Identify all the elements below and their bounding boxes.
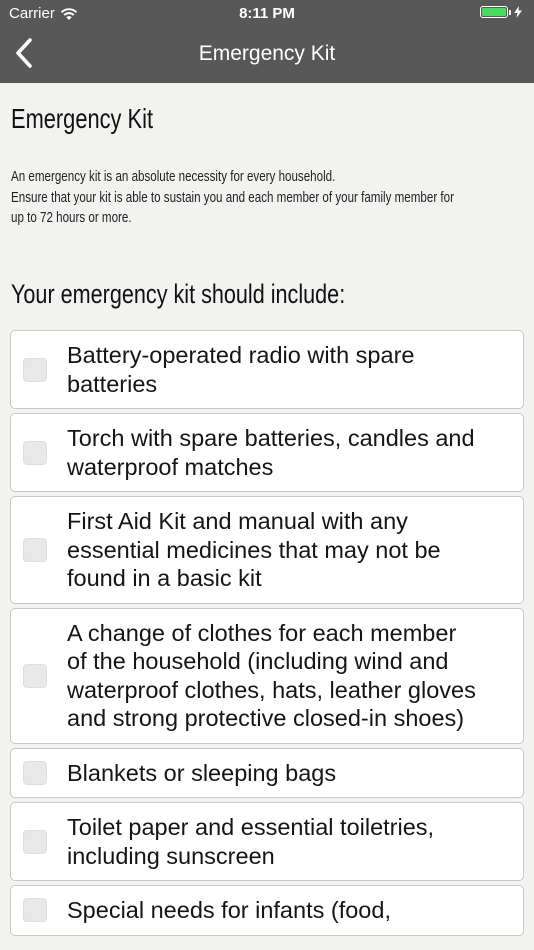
- charging-bolt-icon: [514, 6, 522, 18]
- checklist-item-label: Toilet paper and essential toiletries, in…: [67, 813, 434, 870]
- checklist-item-line: waterproof matches: [67, 453, 274, 480]
- checklist-item-line: First Aid Kit and manual with any: [67, 508, 408, 534]
- checkbox[interactable]: [23, 663, 47, 688]
- checklist-item-line: and strong protective closed-in shoes): [67, 705, 465, 731]
- checklist-item-line: of the household (including wind and: [67, 648, 449, 674]
- checklist-item-line: Battery-operated radio with spare: [67, 342, 415, 368]
- checklist-item[interactable]: Special needs for infants (food,: [10, 885, 524, 936]
- checklist-item[interactable]: Blankets or sleeping bags: [10, 747, 524, 798]
- intro-text: An emergency kit is an absolute necessit…: [11, 167, 531, 229]
- checklist-item-label: First Aid Kit and manual with any essenti…: [67, 507, 441, 593]
- checklist-item-line: Special needs for infants (food,: [67, 897, 391, 923]
- checklist-item-line: batteries: [67, 370, 158, 397]
- checklist-item[interactable]: Battery-operated radio with spare batteri…: [10, 330, 524, 409]
- checklist-item[interactable]: First Aid Kit and manual with any essenti…: [10, 496, 524, 604]
- status-time: 8:11 PM: [239, 5, 295, 22]
- checklist-item-label: A change of clothes for each member of th…: [67, 619, 476, 733]
- checklist-item-label: Blankets or sleeping bags: [67, 759, 336, 788]
- checklist-item-label: Battery-operated radio with spare batteri…: [67, 341, 414, 398]
- checklist-item-label: Special needs for infants (food,: [67, 896, 391, 925]
- battery-icon: [480, 6, 522, 18]
- checkbox[interactable]: [23, 440, 47, 465]
- checklist-item-line: including sunscreen: [67, 842, 275, 869]
- checkbox[interactable]: [23, 898, 47, 923]
- checklist-item-line: waterproof clothes, hats, leather gloves: [67, 676, 476, 703]
- checkbox[interactable]: [23, 357, 47, 382]
- checkbox[interactable]: [23, 537, 47, 562]
- intro-line: up to 72 hours or more.: [11, 210, 132, 226]
- checklist-item-line: essential medicines that may not be: [67, 536, 441, 563]
- top-bar: Carrier 8:11 PM Emergency Kit: [0, 0, 534, 83]
- checklist-item-line: Toilet paper and essential toiletries,: [67, 814, 435, 840]
- checklist-item[interactable]: A change of clothes for each member of th…: [10, 607, 524, 744]
- checklist-item-label: Torch with spare batteries, candles and w…: [67, 424, 475, 481]
- checklist-item-line: found in a basic kit: [67, 565, 262, 591]
- section-heading: Your emergency kit should include:: [11, 279, 346, 309]
- page-title: Emergency Kit: [11, 103, 154, 134]
- checkbox[interactable]: [23, 760, 47, 785]
- navigation-bar: Emergency Kit: [0, 28, 534, 83]
- checklist-item-line: Blankets or sleeping bags: [67, 759, 337, 786]
- nav-title: Emergency Kit: [198, 42, 336, 65]
- checklist-item[interactable]: Torch with spare batteries, candles and w…: [10, 413, 524, 492]
- status-bar: Carrier 8:11 PM: [0, 0, 534, 28]
- checklist: Battery-operated radio with spare batteri…: [10, 330, 524, 940]
- checklist-item-line: A change of clothes for each member: [67, 619, 457, 646]
- checklist-item-line: Torch with spare batteries, candles and: [67, 425, 475, 451]
- checklist-item[interactable]: Toilet paper and essential toiletries, in…: [10, 802, 524, 881]
- intro-line: Ensure that your kit is able to sustain …: [11, 189, 454, 206]
- intro-line: An emergency kit is an absolute necessit…: [11, 169, 336, 185]
- checkbox[interactable]: [23, 829, 47, 854]
